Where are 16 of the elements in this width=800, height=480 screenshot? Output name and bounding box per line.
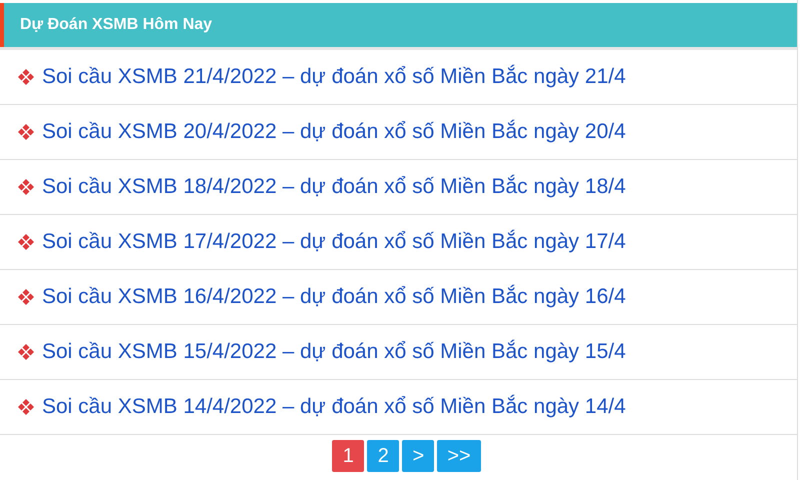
- section-title: Dự Đoán XSMB Hôm Nay: [20, 16, 212, 34]
- bullet-icon: [18, 289, 34, 305]
- bullet-icon: [18, 69, 34, 85]
- article-link[interactable]: Soi cầu XSMB 16/4/2022 – dự đoán xổ số Miền Bắc ngày 16/4: [42, 285, 626, 309]
- article-link[interactable]: Soi cầu XSMB 20/4/2022 – dự đoán xổ số Miền Bắc ngày 20/4: [42, 120, 626, 144]
- bullet-icon: [18, 399, 34, 415]
- article-link[interactable]: Soi cầu XSMB 15/4/2022 – dự đoán xổ số Miền Bắc ngày 15/4: [42, 340, 626, 364]
- article-link[interactable]: Soi cầu XSMB 14/4/2022 – dự đoán xổ số Miền Bắc ngày 14/4: [42, 395, 626, 419]
- bullet-icon: [18, 344, 34, 360]
- bullet-icon: [18, 234, 34, 250]
- page-button[interactable]: 1: [332, 440, 364, 472]
- article-link[interactable]: Soi cầu XSMB 17/4/2022 – dự đoán xổ số Miền Bắc ngày 17/4: [42, 230, 626, 254]
- bullet-icon: [18, 124, 34, 140]
- article-link[interactable]: Soi cầu XSMB 21/4/2022 – dự đoán xổ số Miền Bắc ngày 21/4: [42, 65, 626, 89]
- article-link[interactable]: Soi cầu XSMB 18/4/2022 – dự đoán xổ số Miền Bắc ngày 18/4: [42, 175, 626, 199]
- bullet-icon: [18, 179, 34, 195]
